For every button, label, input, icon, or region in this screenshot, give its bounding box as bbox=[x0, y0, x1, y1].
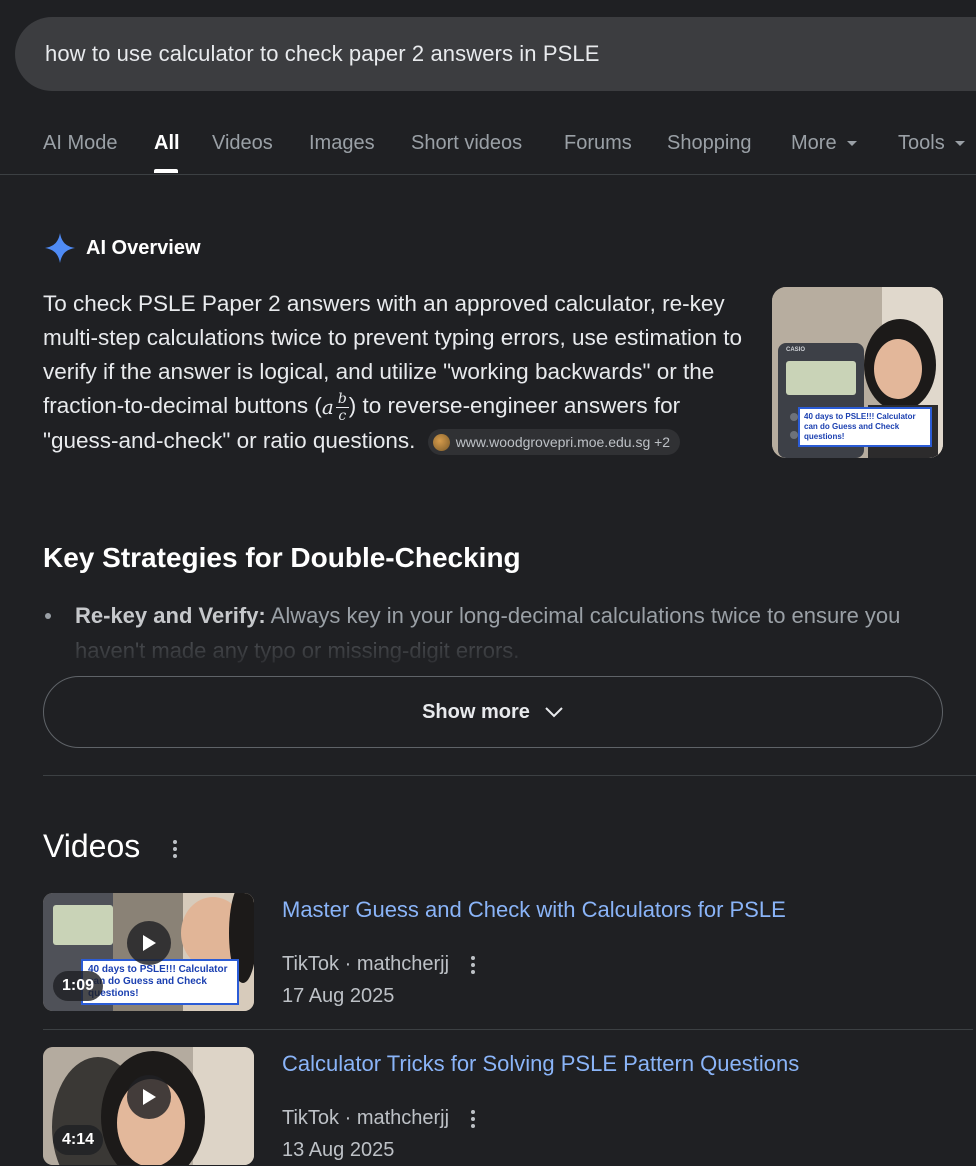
bullet-dot bbox=[45, 613, 51, 619]
play-icon[interactable] bbox=[127, 921, 171, 965]
video-result[interactable]: 4:14 Calculator Tricks for Solving PSLE … bbox=[43, 1047, 973, 1166]
video-divider bbox=[43, 1029, 973, 1030]
fraction-numerator: b bbox=[335, 390, 349, 408]
fraction-a: a bbox=[321, 395, 334, 420]
fraction-symbol: abc bbox=[322, 390, 349, 424]
video-source: TikTok · mathcherjj bbox=[282, 1107, 450, 1129]
tab-all[interactable]: All bbox=[154, 132, 180, 155]
show-more-button[interactable]: Show more bbox=[43, 676, 943, 748]
tab-forums[interactable]: Forums bbox=[564, 132, 632, 155]
tab-shopping[interactable]: Shopping bbox=[667, 132, 752, 155]
videos-section-title: Videos bbox=[43, 828, 141, 864]
video-meta: TikTok · mathcherjj bbox=[282, 1107, 477, 1130]
tab-videos[interactable]: Videos bbox=[212, 132, 273, 155]
video-thumbnail-caption: 40 days to PSLE!!! Calculator can do Gue… bbox=[81, 959, 239, 1005]
more-options-icon[interactable] bbox=[469, 1109, 477, 1129]
play-icon[interactable] bbox=[127, 1075, 171, 1119]
ai-overview-thumbnail[interactable]: CASIO 40 days to PSLE!!! Calculator can … bbox=[772, 287, 943, 458]
video-duration: 1:09 bbox=[53, 971, 104, 1001]
ai-overview-header: AI Overview bbox=[44, 232, 201, 264]
tab-tools[interactable]: Tools bbox=[898, 132, 965, 155]
thumbnail-caption-brand: CASIO bbox=[786, 347, 806, 353]
key-strategies-heading: Key Strategies for Double-Checking bbox=[43, 542, 521, 573]
source-chip-label: www.woodgrovepri.moe.edu.sg +2 bbox=[455, 434, 671, 451]
show-more-label: Show more bbox=[422, 700, 530, 723]
video-thumbnail[interactable]: 40 days to PSLE!!! Calculator can do Gue… bbox=[43, 893, 254, 1011]
site-favicon-icon bbox=[432, 433, 450, 451]
active-tab-indicator bbox=[154, 169, 178, 173]
tab-tools-label: Tools bbox=[898, 132, 945, 154]
thumbnail-caption: 40 days to PSLE!!! Calculator can do Gue… bbox=[798, 407, 932, 447]
tab-images[interactable]: Images bbox=[309, 132, 375, 155]
more-options-icon[interactable] bbox=[170, 838, 180, 865]
ai-overview-text: To check PSLE Paper 2 answers with an ap… bbox=[43, 287, 753, 458]
video-result[interactable]: 40 days to PSLE!!! Calculator can do Gue… bbox=[43, 893, 973, 1013]
chevron-down-icon bbox=[954, 141, 965, 146]
ai-overview-title: AI Overview bbox=[86, 236, 201, 259]
search-tabs: AI Mode All Videos Images Short videos F… bbox=[0, 112, 976, 175]
video-meta: TikTok · mathcherjj bbox=[282, 953, 477, 976]
tab-more[interactable]: More bbox=[791, 132, 857, 155]
fraction-denominator: c bbox=[338, 407, 347, 424]
section-divider bbox=[43, 775, 976, 776]
video-date: 17 Aug 2025 bbox=[282, 985, 395, 1007]
chevron-down-icon bbox=[846, 141, 857, 146]
sparkle-icon bbox=[45, 233, 75, 263]
search-bar[interactable]: how to use calculator to check paper 2 a… bbox=[15, 17, 976, 91]
video-duration: 4:14 bbox=[53, 1125, 104, 1155]
video-title-link[interactable]: Master Guess and Check with Calculators … bbox=[282, 897, 786, 923]
video-source: TikTok · mathcherjj bbox=[282, 953, 450, 975]
video-thumbnail[interactable]: 4:14 bbox=[43, 1047, 254, 1165]
search-query[interactable]: how to use calculator to check paper 2 a… bbox=[45, 41, 599, 67]
source-chip[interactable]: www.woodgrovepri.moe.edu.sg +2 bbox=[427, 429, 681, 456]
tab-short-videos[interactable]: Short videos bbox=[411, 132, 522, 155]
video-title-link[interactable]: Calculator Tricks for Solving PSLE Patte… bbox=[282, 1051, 799, 1077]
tab-more-label: More bbox=[791, 132, 837, 154]
bullet-title: Re-key and Verify: bbox=[75, 603, 266, 628]
content-fade-overlay bbox=[0, 630, 976, 670]
tab-ai-mode[interactable]: AI Mode bbox=[43, 132, 117, 155]
video-date: 13 Aug 2025 bbox=[282, 1139, 395, 1161]
chevron-down-icon bbox=[545, 707, 563, 718]
more-options-icon[interactable] bbox=[469, 955, 477, 975]
